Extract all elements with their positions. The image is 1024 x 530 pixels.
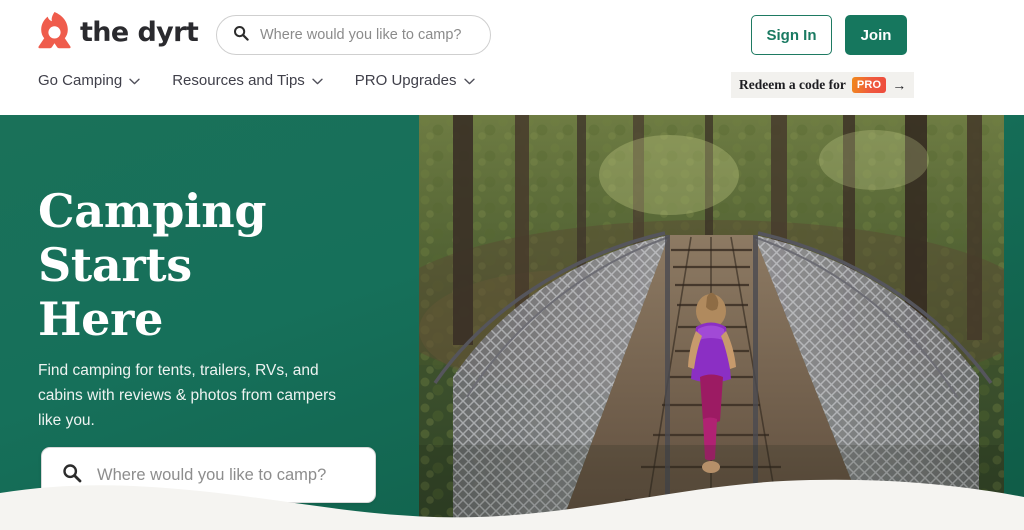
page-root: the dyrt Sign In Join Go Camping [0, 0, 1024, 530]
header-top-row: the dyrt Sign In Join [0, 0, 1024, 66]
pro-badge: PRO [851, 76, 887, 94]
search-icon [62, 463, 82, 488]
hero-heading-line-3: Here [38, 292, 164, 346]
nav-item-label: Resources and Tips [172, 72, 305, 89]
main-navigation: Go Camping Resources and Tips PRO Upgrad… [38, 72, 475, 89]
site-header: the dyrt Sign In Join Go Camping [0, 0, 1024, 115]
hero-section: Camping Starts Here Find camping for ten… [0, 115, 1024, 530]
hero-search-input[interactable] [97, 465, 355, 485]
chevron-down-icon [312, 72, 323, 89]
arrow-right-icon: → [892, 77, 907, 93]
sign-in-button[interactable]: Sign In [751, 15, 832, 55]
chevron-down-icon [463, 72, 475, 89]
hero-heading-line-1: Camping [38, 184, 267, 238]
redeem-label: Redeem a code for [739, 77, 846, 92]
join-button[interactable]: Join [845, 15, 907, 55]
hero-subtext: Find camping for tents, trailers, RVs, a… [38, 362, 337, 429]
hero-search-box[interactable] [41, 447, 376, 503]
nav-item-label: Go Camping [38, 72, 123, 89]
logo-wordmark: the dyrt [80, 16, 199, 48]
hero-heading: Camping Starts Here [38, 184, 378, 346]
nav-item-go-camping[interactable]: Go Camping [38, 72, 140, 89]
flame-logo-icon [38, 12, 71, 52]
nav-item-label: PRO Upgrades [354, 72, 457, 89]
nav-item-pro-upgrades[interactable]: PRO Upgrades [355, 72, 475, 89]
search-input[interactable] [260, 27, 474, 43]
header-search-box[interactable] [216, 15, 491, 55]
redeem-code-banner[interactable]: Redeem a code for PRO → [731, 72, 915, 98]
nav-item-resources-and-tips[interactable]: Resources and Tips [172, 72, 323, 89]
chevron-down-icon [129, 72, 140, 89]
hero-photo [419, 115, 1004, 530]
hero-heading-line-2: Starts [38, 238, 192, 292]
search-icon [233, 25, 249, 46]
site-logo[interactable]: the dyrt [38, 12, 199, 52]
